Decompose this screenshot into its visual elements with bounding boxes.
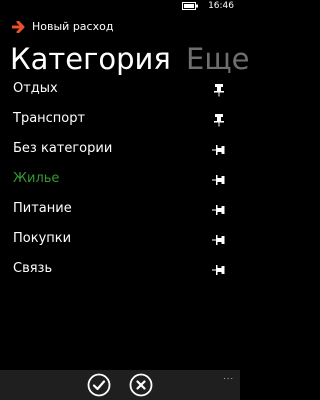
app-title: Новый расход <box>32 20 114 33</box>
list-item[interactable]: Отдых <box>0 80 240 110</box>
category-label: Отдых <box>13 81 58 96</box>
status-time: 16:46 <box>208 1 234 11</box>
status-bar: 16:46 <box>0 0 240 14</box>
category-label-selected: Жилье <box>13 171 60 186</box>
list-item[interactable]: Без категории <box>0 140 240 170</box>
list-item[interactable]: Жилье <box>0 170 240 200</box>
pin-icon[interactable] <box>212 83 226 97</box>
unpinned-icon[interactable] <box>212 143 226 157</box>
pivot-item-more[interactable]: Еще <box>186 42 249 76</box>
category-label: Связь <box>13 261 53 276</box>
unpinned-icon[interactable] <box>212 173 226 187</box>
pivot-item-category[interactable]: Категория <box>10 42 171 76</box>
status-icons <box>182 2 198 10</box>
category-label: Питание <box>13 201 72 216</box>
list-item[interactable]: Питание <box>0 200 240 230</box>
category-list: Отдых Транспорт Без категории Жилье Пита… <box>0 80 240 290</box>
app-header: Новый расход <box>12 20 113 33</box>
category-label: Покупки <box>13 231 72 246</box>
app-bar: ... <box>0 370 240 400</box>
category-label: Транспорт <box>13 111 86 126</box>
unpinned-icon[interactable] <box>212 203 226 217</box>
close-icon[interactable] <box>129 373 153 397</box>
pin-icon[interactable] <box>212 113 226 127</box>
battery-icon <box>182 2 198 10</box>
unpinned-icon[interactable] <box>212 263 226 277</box>
list-item[interactable]: Транспорт <box>0 110 240 140</box>
check-icon[interactable] <box>87 373 111 397</box>
list-item[interactable]: Покупки <box>0 230 240 260</box>
unpinned-icon[interactable] <box>212 233 226 247</box>
pivot-header: Категория Еще <box>10 42 249 76</box>
arrow-right-icon <box>12 20 25 33</box>
category-label: Без категории <box>13 141 113 156</box>
more-button[interactable]: ... <box>223 372 234 381</box>
list-item[interactable]: Связь <box>0 260 240 290</box>
